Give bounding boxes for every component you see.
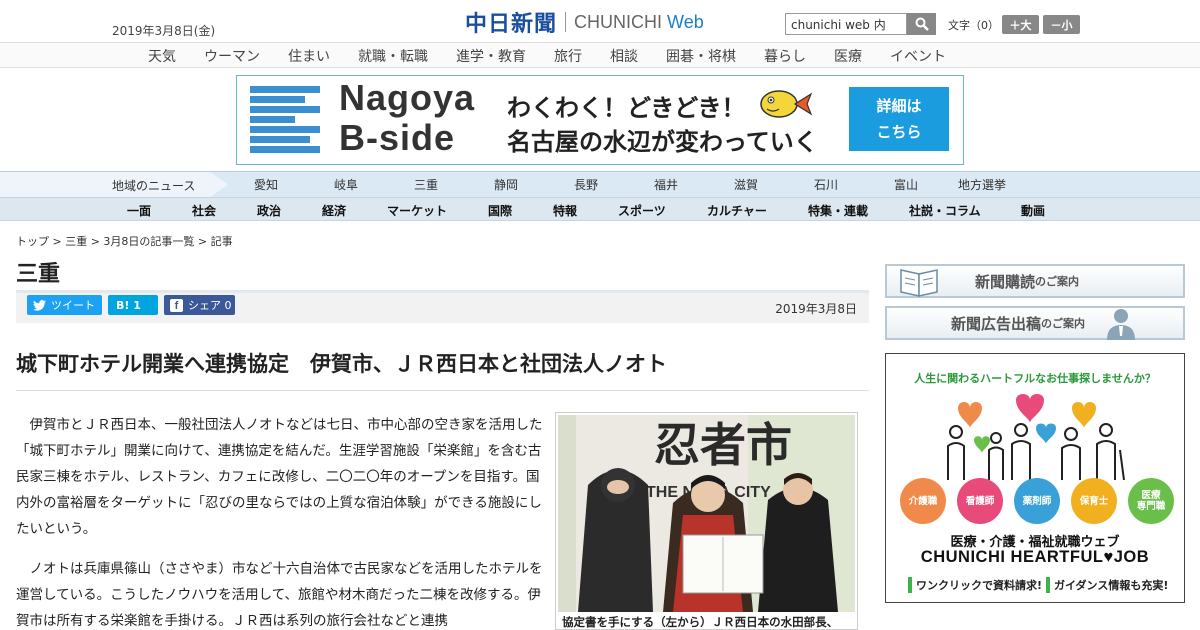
local-nav-item[interactable]: 地方選挙	[958, 176, 1006, 193]
local-nav-item[interactable]: 三重	[414, 176, 438, 193]
shrimp-mascot-icon	[760, 90, 813, 118]
article-body: 伊賀市とＪＲ西日本、一般社団法人ノオトなどは七日、市中心部の空き家を活用した「城…	[16, 412, 546, 630]
ad-brand: CHUNICHI HEARTFUL♥JOB	[920, 548, 1150, 566]
site-logo[interactable]: 中日新聞 CHUNICHI Web	[465, 8, 704, 37]
ad-cta-guidance[interactable]: ガイダンス情報も充実!	[1046, 577, 1168, 593]
hatena-bookmark-button[interactable]: B! 1	[108, 295, 158, 315]
tweet-button[interactable]: ツイート	[27, 295, 102, 315]
article-date: 2019年3月8日	[775, 302, 857, 316]
nav-item[interactable]: 進学・教育	[456, 46, 526, 66]
job-bubble-pharmacist[interactable]: 薬剤師	[1014, 478, 1060, 524]
search-button[interactable]	[907, 13, 936, 35]
banner-line-1: わくわく！どきどき！	[507, 94, 746, 122]
banner-detail-button[interactable]: 詳細は こちら	[849, 87, 949, 151]
job-bubble-nurse[interactable]: 看護師	[957, 478, 1003, 524]
logo-jp: 中日新聞	[465, 11, 558, 37]
category-nav-item[interactable]: 政治	[257, 202, 281, 219]
newspaper-icon	[900, 269, 938, 297]
facebook-icon: f	[170, 298, 183, 312]
article-photo[interactable]: 忍者市 THE NINJA CITY 協定書を手にする（左から）ＪＲ西日本の水田…	[555, 412, 858, 630]
local-nav-item[interactable]: 静岡	[494, 176, 518, 193]
share-bar: ツイート B! 1 f シェア 0 2019年3月8日	[16, 290, 869, 323]
category-nav-item[interactable]: マーケット	[387, 202, 447, 219]
nav-item[interactable]: 医療	[834, 46, 862, 66]
font-size-increase-button[interactable]: ＋大	[1002, 15, 1039, 34]
category-nav-item[interactable]: 一面	[127, 202, 151, 219]
subscription-sublabel: のご案内	[1035, 275, 1080, 288]
newspaper-subscription-button[interactable]: 新聞購読 のご案内	[885, 264, 1185, 298]
article-paragraph: 伊賀市とＪＲ西日本、一般社団法人ノオトなどは七日、市中心部の空き家を活用した「城…	[16, 417, 543, 537]
sidebar-job-ad[interactable]: 人生に関わるハートフルなお仕事探しませんか？ 介護職 看護師 薬剤師 保育士 医…	[885, 353, 1185, 603]
banner-title: Nagoya B-side	[339, 77, 476, 158]
category-nav: 一面 社会 政治 経済 マーケット 国際 特報 スポーツ カルチャー 特集・連載…	[0, 197, 1200, 221]
job-bubble-medical-specialist[interactable]: 医療 専門職	[1128, 478, 1174, 524]
ad-placement-sublabel: のご案内	[1041, 317, 1086, 330]
category-nav-item[interactable]: 国際	[488, 202, 512, 219]
local-nav-item[interactable]: 愛知	[254, 176, 278, 193]
nav-item[interactable]: 相談	[610, 46, 638, 66]
service-nav: 天気 ウーマン 住まい 就職・転職 進学・教育 旅行 相談 囲碁・将棋 暮らし …	[0, 42, 1200, 68]
nav-item[interactable]: 囲碁・将棋	[666, 46, 736, 66]
nav-item[interactable]: 就職・転職	[358, 46, 428, 66]
local-nav-item[interactable]: 石川	[814, 176, 838, 193]
logo-en: CHUNICHI Web	[574, 11, 704, 32]
category-nav-item[interactable]: 動画	[1021, 202, 1045, 219]
family-hearts-illustration	[947, 394, 1125, 480]
site-header: 2019年3月8日(金) 中日新聞 CHUNICHI Web chunichi …	[0, 0, 1200, 42]
local-nav-item[interactable]: 岐阜	[334, 176, 358, 193]
facebook-share-button[interactable]: f シェア 0	[164, 295, 235, 315]
photo-sign-text: 忍者市	[654, 418, 792, 472]
category-nav-item[interactable]: 特報	[553, 202, 577, 219]
nav-item[interactable]: ウーマン	[204, 46, 260, 66]
logo-divider	[565, 12, 567, 32]
nav-item[interactable]: イベント	[890, 46, 946, 66]
category-nav-item[interactable]: カルチャー	[707, 202, 767, 219]
banner-logo-stripes	[250, 86, 320, 154]
category-nav-item[interactable]: 経済	[322, 202, 346, 219]
ad-placement-label: 新聞広告出稿	[951, 314, 1042, 333]
subscription-label: 新聞購読	[975, 272, 1036, 291]
job-bubble-caregiver[interactable]: 介護職	[900, 478, 946, 524]
ad-cta-request[interactable]: ワンクリックで資料請求!	[908, 577, 1042, 593]
local-news-nav: 地域のニュース 愛知 岐阜 三重 静岡 長野 福井 滋賀 石川 富山 地方選挙	[0, 171, 1200, 197]
ad-tagline: 人生に関わるハートフルなお仕事探しませんか？	[914, 372, 1156, 385]
current-date: 2019年3月8日(金)	[112, 24, 216, 38]
category-nav-item[interactable]: スポーツ	[618, 202, 666, 219]
category-nav-item[interactable]: 社会	[192, 202, 216, 219]
category-nav-item[interactable]: 社説・コラム	[909, 202, 981, 219]
nav-item[interactable]: 暮らし	[764, 46, 806, 66]
local-nav-item[interactable]: 富山	[894, 176, 918, 193]
article-paragraph: ノオトは兵庫県篠山（ささやま）市など十六自治体で古民家などを活用したホテルを運営…	[16, 561, 543, 629]
local-news-label: 地域のニュース	[0, 172, 228, 197]
search-icon	[915, 17, 929, 31]
local-nav-item[interactable]: 福井	[654, 176, 678, 193]
section-title: 三重	[16, 262, 61, 287]
banner-line-2: 名古屋の水辺が変わっていく	[507, 128, 818, 156]
article-headline: 城下町ホテル開業へ連携協定 伊賀市、ＪＲ西日本と社団法人ノオト	[16, 348, 869, 391]
search-input[interactable]: chunichi web 内	[785, 13, 907, 35]
job-bubble-childcare[interactable]: 保育士	[1071, 478, 1117, 524]
newspaper-ad-button[interactable]: 新聞広告出稿 のご案内	[885, 306, 1185, 340]
nav-item[interactable]: 旅行	[554, 46, 582, 66]
photo-image: 忍者市 THE NINJA CITY	[558, 415, 855, 612]
category-nav-item[interactable]: 特集・連載	[808, 202, 868, 219]
photo-caption: 協定書を手にする（左から）ＪＲ西日本の水田部長、	[562, 615, 839, 629]
font-size-label: 文字（0）	[948, 19, 999, 32]
banner-ad[interactable]: Nagoya B-side わくわく！どきどき！ 名古屋の水辺が変わっていく 詳…	[236, 75, 964, 165]
local-nav-item[interactable]: 滋賀	[734, 176, 758, 193]
twitter-icon	[33, 299, 46, 311]
font-size-decrease-button[interactable]: －小	[1043, 15, 1080, 34]
nav-item[interactable]: 天気	[148, 46, 176, 66]
nav-item[interactable]: 住まい	[288, 46, 330, 66]
breadcrumb[interactable]: トップ > 三重 > 3月8日の記事一覧 > 記事	[16, 233, 233, 249]
local-nav-item[interactable]: 長野	[574, 176, 598, 193]
businessman-icon	[1107, 309, 1136, 340]
